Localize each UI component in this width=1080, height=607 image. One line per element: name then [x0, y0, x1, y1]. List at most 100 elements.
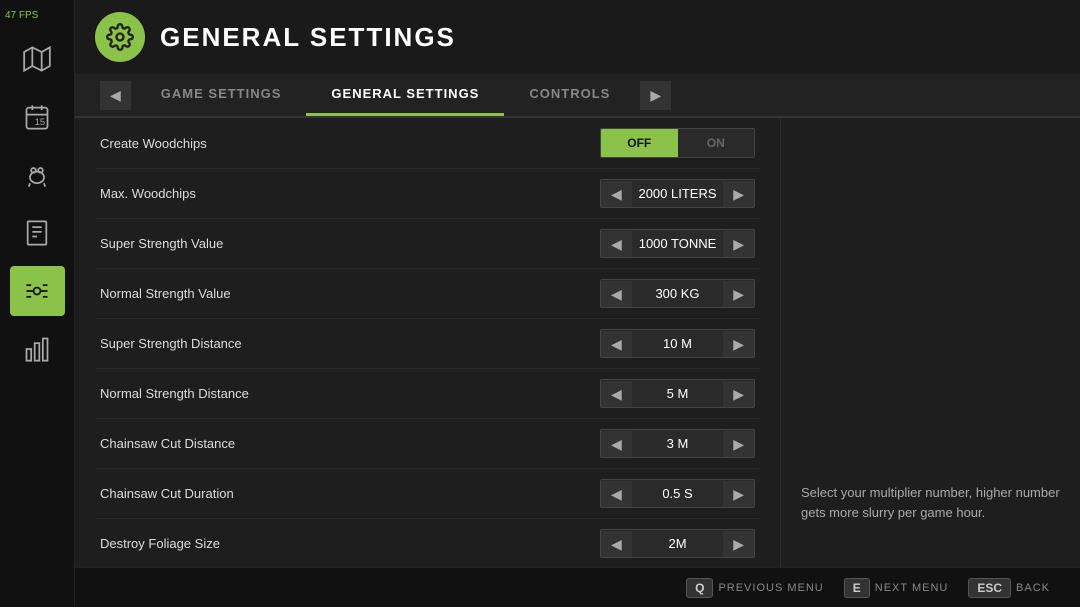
- bottom-key-q: Q PREVIOUS MENU: [686, 578, 839, 598]
- key-badge-q[interactable]: Q: [686, 578, 713, 598]
- fps-label: 47 FPS: [0, 10, 38, 21]
- num-value-normal-strength-distance: 5 M: [632, 380, 723, 407]
- setting-label-max-woodchips: Max. Woodchips: [95, 186, 600, 201]
- sidebar-item-calendar[interactable]: 15: [10, 92, 65, 142]
- setting-row-destroy-foliage-size: Destroy Foliage Size ◀ 2M ▶: [95, 519, 760, 567]
- num-value-super-strength-distance: 10 M: [632, 330, 723, 357]
- setting-row-max-woodchips: Max. Woodchips ◀ 2000 LITERS ▶: [95, 169, 760, 219]
- num-inc-destroy-foliage-size[interactable]: ▶: [723, 531, 754, 557]
- setting-control-chainsaw-cut-duration: ◀ 0.5 S ▶: [600, 479, 760, 508]
- toggle-create-woodchips: OFF ON: [600, 128, 755, 158]
- sidebar-item-settings[interactable]: [10, 266, 65, 316]
- bottom-key-e: E NEXT MENU: [844, 578, 964, 598]
- page-title: GENERAL SETTINGS: [160, 22, 456, 53]
- tab-general-settings[interactable]: GENERAL SETTINGS: [306, 74, 504, 116]
- sidebar-item-animals[interactable]: [10, 150, 65, 200]
- num-value-chainsaw-cut-distance: 3 M: [632, 430, 723, 457]
- setting-control-normal-strength-distance: ◀ 5 M ▶: [600, 379, 760, 408]
- num-value-max-woodchips: 2000 LITERS: [632, 180, 723, 207]
- tab-game-settings[interactable]: GAME SETTINGS: [136, 74, 307, 116]
- num-dec-normal-strength-distance[interactable]: ◀: [601, 381, 632, 407]
- num-inc-chainsaw-cut-distance[interactable]: ▶: [723, 431, 754, 457]
- num-dec-chainsaw-cut-duration[interactable]: ◀: [601, 481, 632, 507]
- settings-panel: Create Woodchips OFF ON Max. Woodchips ◀…: [75, 118, 780, 567]
- key-label-next-menu: NEXT MENU: [875, 582, 949, 594]
- num-control-normal-strength-value: ◀ 300 KG ▶: [600, 279, 755, 308]
- setting-label-destroy-foliage-size: Destroy Foliage Size: [95, 536, 600, 551]
- sidebar-item-stats[interactable]: [10, 324, 65, 374]
- key-badge-e[interactable]: E: [844, 578, 870, 598]
- animals-icon: [23, 161, 51, 189]
- num-dec-chainsaw-cut-distance[interactable]: ◀: [601, 431, 632, 457]
- num-control-super-strength-distance: ◀ 10 M ▶: [600, 329, 755, 358]
- setting-row-chainsaw-cut-distance: Chainsaw Cut Distance ◀ 3 M ▶: [95, 419, 760, 469]
- svg-text:15: 15: [35, 117, 45, 127]
- header-icon: [95, 12, 145, 62]
- num-inc-super-strength-value[interactable]: ▶: [723, 231, 754, 257]
- map-icon: [23, 45, 51, 73]
- tab-controls[interactable]: CONTROLS: [504, 74, 635, 116]
- setting-control-destroy-foliage-size: ◀ 2M ▶: [600, 529, 760, 558]
- setting-label-chainsaw-cut-duration: Chainsaw Cut Duration: [95, 486, 600, 501]
- gear-icon: [106, 23, 134, 51]
- num-dec-super-strength-value[interactable]: ◀: [601, 231, 632, 257]
- num-value-normal-strength-value: 300 KG: [632, 280, 723, 307]
- tabs-bar: ◀ GAME SETTINGS GENERAL SETTINGS CONTROL…: [75, 74, 1080, 118]
- num-control-chainsaw-cut-duration: ◀ 0.5 S ▶: [600, 479, 755, 508]
- setting-control-chainsaw-cut-distance: ◀ 3 M ▶: [600, 429, 760, 458]
- setting-label-normal-strength-value: Normal Strength Value: [95, 286, 600, 301]
- info-panel: Select your multiplier number, higher nu…: [780, 118, 1080, 567]
- setting-row-super-strength-value: Super Strength Value ◀ 1000 TONNE ▶: [95, 219, 760, 269]
- num-dec-destroy-foliage-size[interactable]: ◀: [601, 531, 632, 557]
- num-value-super-strength-value: 1000 TONNE: [632, 230, 723, 257]
- toggle-on-create-woodchips[interactable]: ON: [678, 129, 755, 157]
- bottom-key-esc: ESC BACK: [968, 578, 1065, 598]
- num-value-destroy-foliage-size: 2M: [632, 530, 723, 557]
- contracts-icon: [23, 219, 51, 247]
- key-label-previous-menu: PREVIOUS MENU: [718, 582, 823, 594]
- setting-row-normal-strength-distance: Normal Strength Distance ◀ 5 M ▶: [95, 369, 760, 419]
- calendar-icon: 15: [23, 103, 51, 131]
- setting-control-create-woodchips: OFF ON: [600, 128, 760, 158]
- num-dec-max-woodchips[interactable]: ◀: [601, 181, 632, 207]
- sidebar: 47 FPS 15: [0, 0, 75, 607]
- setting-row-super-strength-distance: Super Strength Distance ◀ 10 M ▶: [95, 319, 760, 369]
- num-control-super-strength-value: ◀ 1000 TONNE ▶: [600, 229, 755, 258]
- setting-row-create-woodchips: Create Woodchips OFF ON: [95, 118, 760, 169]
- num-control-destroy-foliage-size: ◀ 2M ▶: [600, 529, 755, 558]
- num-control-chainsaw-cut-distance: ◀ 3 M ▶: [600, 429, 755, 458]
- setting-control-max-woodchips: ◀ 2000 LITERS ▶: [600, 179, 760, 208]
- stats-icon: [23, 335, 51, 363]
- num-inc-super-strength-distance[interactable]: ▶: [723, 331, 754, 357]
- setting-label-normal-strength-distance: Normal Strength Distance: [95, 386, 600, 401]
- num-dec-normal-strength-value[interactable]: ◀: [601, 281, 632, 307]
- num-inc-chainsaw-cut-duration[interactable]: ▶: [723, 481, 754, 507]
- key-badge-esc[interactable]: ESC: [968, 578, 1011, 598]
- num-dec-super-strength-distance[interactable]: ◀: [601, 331, 632, 357]
- content-area: Create Woodchips OFF ON Max. Woodchips ◀…: [75, 118, 1080, 567]
- setting-control-super-strength-value: ◀ 1000 TONNE ▶: [600, 229, 760, 258]
- setting-control-normal-strength-value: ◀ 300 KG ▶: [600, 279, 760, 308]
- tab-prev-arrow[interactable]: ◀: [100, 81, 131, 110]
- info-text: Select your multiplier number, higher nu…: [801, 483, 1060, 522]
- num-value-chainsaw-cut-duration: 0.5 S: [632, 480, 723, 507]
- num-inc-max-woodchips[interactable]: ▶: [723, 181, 754, 207]
- num-control-max-woodchips: ◀ 2000 LITERS ▶: [600, 179, 755, 208]
- num-inc-normal-strength-value[interactable]: ▶: [723, 281, 754, 307]
- header: GENERAL SETTINGS: [75, 0, 1080, 74]
- key-label-back: BACK: [1016, 582, 1050, 594]
- sidebar-item-contracts[interactable]: [10, 208, 65, 258]
- toggle-off-create-woodchips[interactable]: OFF: [601, 129, 678, 157]
- num-inc-normal-strength-distance[interactable]: ▶: [723, 381, 754, 407]
- setting-label-chainsaw-cut-distance: Chainsaw Cut Distance: [95, 436, 600, 451]
- setting-row-chainsaw-cut-duration: Chainsaw Cut Duration ◀ 0.5 S ▶: [95, 469, 760, 519]
- num-control-normal-strength-distance: ◀ 5 M ▶: [600, 379, 755, 408]
- setting-label-super-strength-distance: Super Strength Distance: [95, 336, 600, 351]
- setting-label-create-woodchips: Create Woodchips: [95, 136, 600, 151]
- sidebar-item-map[interactable]: [10, 34, 65, 84]
- setting-control-super-strength-distance: ◀ 10 M ▶: [600, 329, 760, 358]
- bottom-bar: Q PREVIOUS MENU E NEXT MENU ESC BACK: [75, 567, 1080, 607]
- setting-label-super-strength-value: Super Strength Value: [95, 236, 600, 251]
- settings-icon: [23, 277, 51, 305]
- tab-next-arrow[interactable]: ▶: [640, 81, 671, 110]
